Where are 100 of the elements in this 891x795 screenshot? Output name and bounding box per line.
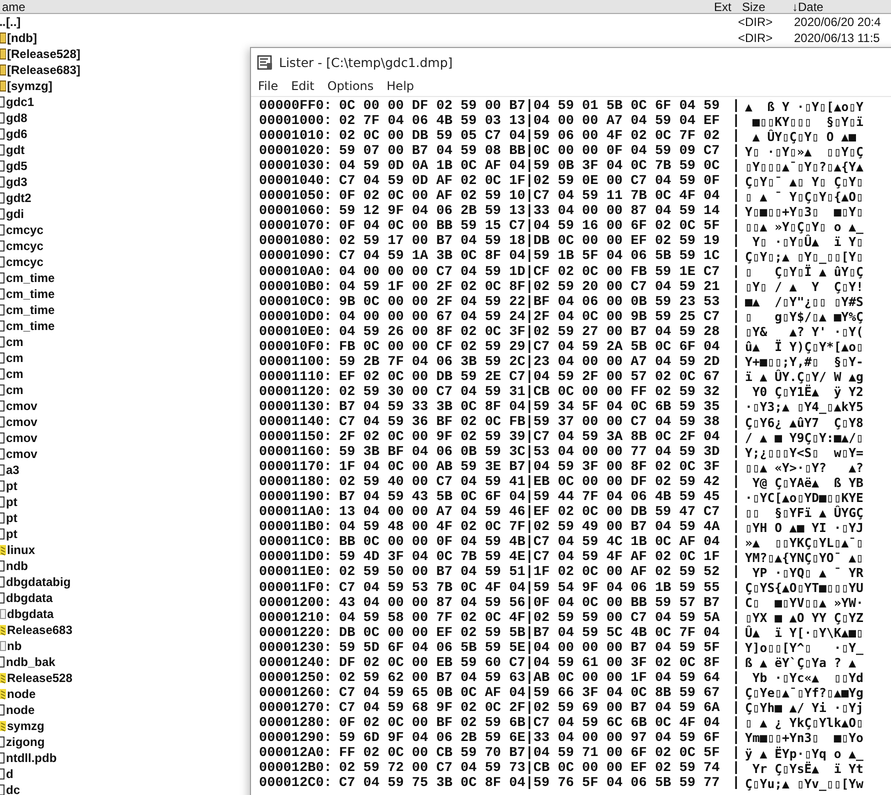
hex-bytes: B7 04 59 33 3B 0C 8F 04|59 34 5F 04 0C 6B 59 35 bbox=[339, 400, 721, 415]
file-name[interactable]: cm_time bbox=[6, 287, 55, 301]
file-name[interactable]: ndb bbox=[6, 559, 28, 573]
file-name[interactable]: dbgdatabig bbox=[6, 575, 71, 589]
file-name[interactable]: zigong bbox=[6, 735, 45, 749]
file-name[interactable]: cm_time bbox=[6, 319, 55, 333]
ascii-text: »▲ ▯▯YKÇ▯YL▯▲¯▯ bbox=[745, 536, 864, 550]
hex-bytes: 02 7F 04 06 4B 59 03 13|04 00 00 A7 04 59 04 EF bbox=[339, 114, 721, 130]
column-separator: | bbox=[732, 189, 742, 204]
file-name[interactable]: symzg bbox=[7, 719, 44, 733]
file-name[interactable]: cmov bbox=[6, 415, 38, 429]
file-name[interactable]: dbgdata bbox=[6, 591, 53, 605]
column-separator: | bbox=[732, 670, 742, 686]
hex-bytes: C7 04 59 0D AF 02 0C 1F|02 59 0E 00 C7 04 59 0F bbox=[339, 174, 721, 190]
file-name[interactable]: cmcyc bbox=[6, 255, 44, 269]
hex-bytes: 0C 00 00 DF 02 59 00 B7|04 59 01 5B 0C 6F 04 59 bbox=[339, 99, 721, 114]
ascii-text: Y@ Ç▯YAë▲ ß YB bbox=[751, 476, 864, 490]
file-name[interactable]: cm bbox=[6, 367, 24, 381]
file-name[interactable]: cmcyc bbox=[6, 223, 44, 237]
ascii-text: û▲ Ï Y)Ç▯Y*[▲o▯ bbox=[745, 340, 864, 354]
ascii-text: C▯ ■▯YV▯▯▲ »YW· bbox=[745, 596, 864, 610]
file-name[interactable]: cmov bbox=[6, 431, 38, 445]
column-separator: | bbox=[732, 324, 742, 340]
ascii-text: Y+■▯▯;Y,#▯ §▯Y- bbox=[745, 355, 864, 370]
file-name[interactable]: nb bbox=[7, 639, 22, 653]
column-separator: | bbox=[732, 144, 742, 160]
hex-bytes: DF 02 0C 00 EB 59 60 C7|04 59 61 00 3F 02 0C 8F bbox=[339, 656, 721, 671]
ascii-text: Ç▯YS{▲O▯YT■▯▯▯YU bbox=[745, 581, 864, 596]
file-name[interactable]: gd8 bbox=[6, 111, 28, 125]
ascii-text: Ç▯Y▯;▲ ▯Y▯_▯▯[Y▯ bbox=[745, 250, 864, 264]
ascii-text: Y]o▯▯[Y^▯ ·▯Y_ bbox=[745, 641, 864, 656]
column-separator: | bbox=[732, 204, 742, 220]
file-name[interactable]: dc bbox=[6, 783, 20, 795]
file-name[interactable]: gd3 bbox=[6, 175, 28, 189]
file-name[interactable]: d bbox=[6, 767, 14, 781]
column-header[interactable]: ↓Date bbox=[790, 1, 891, 13]
hex-offset: 00001140: bbox=[259, 415, 333, 430]
ascii-text: Y;¿▯▯▯Y<S▯ w▯Y= bbox=[745, 446, 864, 460]
file-name[interactable]: gd6 bbox=[6, 127, 28, 141]
file-name[interactable]: node bbox=[7, 687, 36, 701]
menu-item[interactable]: File bbox=[258, 79, 278, 93]
hex-bytes: 02 59 40 00 C7 04 59 41|EB 0C 00 00 DF 02 59 42 bbox=[339, 475, 721, 490]
file-name[interactable]: dbgdata bbox=[7, 607, 54, 621]
hex-offset: 00001050: bbox=[259, 189, 333, 204]
hex-bytes: 2F 02 0C 00 9F 02 59 39|C7 04 59 3A 8B 0C 2F 04 bbox=[339, 430, 721, 446]
file-name[interactable]: a3 bbox=[6, 463, 20, 477]
hex-offset: 00001240: bbox=[259, 656, 333, 671]
file-name[interactable]: cmov bbox=[6, 447, 38, 461]
file-name[interactable]: pt bbox=[6, 527, 18, 541]
file-name[interactable]: [symzg] bbox=[7, 79, 52, 93]
file-name[interactable]: ntdll.pdb bbox=[6, 751, 57, 765]
ascii-text: Ç▯Yu;▲ ▯Yv_▯▯[Yw bbox=[745, 776, 864, 791]
file-name[interactable]: gdi bbox=[6, 207, 24, 221]
hex-offset: 00001100: bbox=[259, 354, 333, 370]
file-name[interactable]: gdt2 bbox=[6, 191, 32, 205]
hex-offset: 00001030: bbox=[259, 159, 333, 174]
file-name[interactable]: [..] bbox=[6, 15, 21, 29]
column-separator: | bbox=[732, 626, 742, 641]
column-header[interactable]: Ext bbox=[712, 1, 740, 13]
file-name[interactable]: cm_time bbox=[6, 303, 55, 317]
column-separator: | bbox=[732, 340, 742, 355]
file-name[interactable]: linux bbox=[7, 543, 36, 557]
file-name[interactable]: Release528 bbox=[7, 671, 72, 685]
file-name[interactable]: [Release683] bbox=[7, 63, 80, 77]
file-name[interactable]: node bbox=[6, 703, 35, 717]
hex-bytes: DB 0C 00 00 EF 02 59 5B|B7 04 59 5C 4B 0C 7F 04 bbox=[339, 626, 721, 641]
file-name[interactable]: gdt bbox=[6, 143, 25, 157]
file-name[interactable]: gdc1 bbox=[6, 95, 34, 109]
file-name[interactable]: cm bbox=[6, 383, 24, 397]
ascii-text: Ç▯Ye▯▲¯▯Yf?▯▲■Yg bbox=[745, 686, 864, 700]
file-name[interactable]: pt bbox=[6, 495, 18, 509]
file-name[interactable]: [ndb] bbox=[7, 31, 37, 45]
ascii-text: ▯ g▯Y$/▯▲ ■Y%Ç bbox=[745, 310, 864, 324]
hex-bytes: 04 00 00 00 67 04 59 24|2F 04 0C 00 9B 59 25 C7 bbox=[339, 310, 721, 325]
file-name[interactable]: cm_time bbox=[6, 271, 55, 285]
column-separator: | bbox=[732, 460, 742, 476]
column-header[interactable]: Size bbox=[740, 1, 790, 13]
hex-offset: 00001280: bbox=[259, 716, 333, 731]
column-separator: | bbox=[732, 249, 742, 264]
file-name[interactable]: pt bbox=[6, 479, 18, 493]
file-name[interactable]: cm bbox=[6, 335, 24, 349]
column-separator: | bbox=[732, 114, 742, 130]
menu-item[interactable]: Help bbox=[386, 79, 414, 93]
menu-item[interactable]: Edit bbox=[291, 79, 314, 93]
file-name[interactable]: cm bbox=[6, 351, 24, 365]
file-name[interactable]: gd5 bbox=[6, 159, 28, 173]
file-name[interactable]: [Release528] bbox=[7, 47, 80, 61]
column-separator: | bbox=[732, 776, 742, 792]
file-name[interactable]: cmcyc bbox=[6, 239, 44, 253]
hex-offset: 00001080: bbox=[259, 234, 333, 250]
hex-offset: 00001200: bbox=[259, 596, 333, 611]
file-name[interactable]: Release683 bbox=[7, 623, 72, 637]
file-name[interactable]: ndb_bak bbox=[6, 655, 56, 669]
hex-bytes: 59 5D 6F 04 06 5B 59 5E|04 00 00 00 B7 04 59 5F bbox=[339, 640, 721, 656]
hex-offset: 00001150: bbox=[259, 430, 333, 446]
viewer-app-icon bbox=[257, 54, 273, 70]
file-name[interactable]: cmov bbox=[6, 399, 38, 413]
file-name[interactable]: pt bbox=[6, 511, 18, 525]
menu-item[interactable]: Options bbox=[327, 79, 374, 93]
column-header[interactable]: ame bbox=[0, 1, 712, 13]
